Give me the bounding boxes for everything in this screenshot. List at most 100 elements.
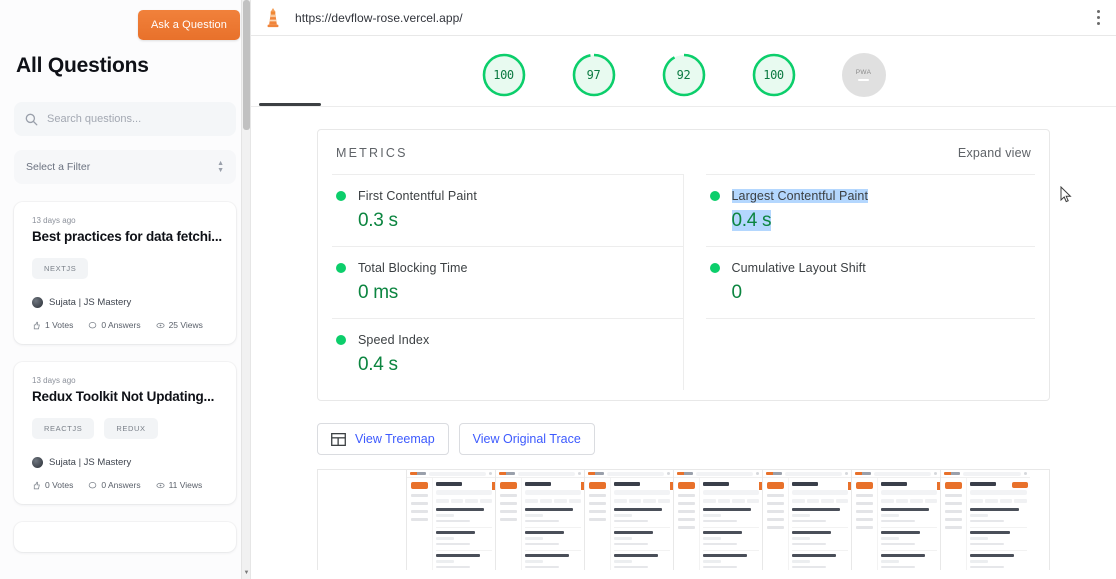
- metrics-column-right: Largest Contentful Paint 0.4 s Cumulativ…: [684, 174, 1036, 400]
- thumbs-up-icon: [33, 321, 40, 329]
- metric-label: Largest Contentful Paint: [731, 189, 869, 203]
- score-gauge: 97: [569, 50, 619, 100]
- tag-chip[interactable]: REDUX: [104, 418, 158, 439]
- thumbs-up-icon: [33, 481, 40, 489]
- page-under-test: Ask a Question All Questions Select a Fi…: [0, 0, 250, 579]
- metric-label: Cumulative Layout Shift: [731, 261, 866, 275]
- metric-item[interactable]: Largest Contentful Paint 0.4 s: [705, 174, 1036, 246]
- search-questions-box[interactable]: [14, 102, 236, 136]
- chevron-updown-icon: ▲ ▼: [217, 160, 224, 174]
- question-author[interactable]: Sujata | JS Mastery: [32, 457, 222, 468]
- filmstrip-frame: [496, 470, 585, 570]
- category-gauges: 100 97 92 100 PWA: [251, 36, 1116, 106]
- question-card-partial[interactable]: [14, 522, 236, 552]
- question-card[interactable]: 13 days ago Redux Toolkit Not Updating..…: [14, 362, 236, 504]
- eye-icon: [156, 322, 165, 328]
- screenshot-filmstrip: [317, 469, 1050, 570]
- page-scrollbar[interactable]: ▼: [241, 0, 250, 579]
- score-value: 92: [676, 68, 691, 82]
- metric-item[interactable]: Speed Index 0.4 s: [332, 318, 684, 390]
- ask-question-row: Ask a Question: [0, 0, 250, 40]
- filmstrip-frame: [585, 470, 674, 570]
- question-date: 13 days ago: [32, 216, 76, 225]
- question-tags: REACTJS REDUX: [32, 418, 222, 439]
- page-title: All Questions: [16, 54, 149, 77]
- metrics-heading: METRICS: [336, 146, 408, 160]
- score-gauge: 100: [749, 50, 799, 100]
- views-count: 11 Views: [168, 480, 203, 490]
- filmstrip-frame: [407, 470, 496, 570]
- metrics-grid: First Contentful Paint 0.3 s Total Block…: [332, 174, 1035, 400]
- question-author[interactable]: Sujata | JS Mastery: [32, 297, 222, 308]
- scrollbar-thumb[interactable]: [243, 0, 250, 130]
- gauges-divider: [251, 106, 1116, 107]
- search-input[interactable]: [47, 113, 225, 125]
- views-stat: 25 Views: [156, 320, 203, 330]
- pwa-label: PWA: [855, 68, 872, 76]
- answers-count: 0 Answers: [101, 320, 141, 330]
- views-count: 25 Views: [168, 320, 203, 330]
- lighthouse-header: https://devflow-rose.vercel.app/: [251, 0, 1116, 36]
- metrics-header: METRICS Expand view: [332, 146, 1035, 160]
- view-original-trace-button[interactable]: View Original Trace: [458, 423, 595, 455]
- metric-value: 0: [731, 282, 743, 303]
- category-gauge-1[interactable]: 100: [473, 50, 535, 100]
- category-gauge-4[interactable]: 100: [743, 50, 805, 100]
- browser-window: Ask a Question All Questions Select a Fi…: [0, 0, 1116, 579]
- message-icon: [89, 481, 97, 488]
- votes-count: 0 Votes: [45, 480, 74, 490]
- metric-item[interactable]: First Contentful Paint 0.3 s: [332, 174, 684, 246]
- category-gauge-5[interactable]: PWA: [833, 50, 895, 100]
- search-icon: [25, 113, 38, 125]
- author-name: Sujata | JS Mastery: [49, 457, 132, 468]
- filmstrip-frame: [674, 470, 763, 570]
- filter-select[interactable]: Select a Filter ▲ ▼: [14, 150, 236, 184]
- score-gauge: 92: [659, 50, 709, 100]
- active-tab-underline: [259, 103, 321, 106]
- metric-value: 0.3 s: [358, 210, 398, 231]
- metrics-empty-cell: [705, 318, 1035, 400]
- metrics-column-left: First Contentful Paint 0.3 s Total Block…: [332, 174, 684, 400]
- question-title[interactable]: Redux Toolkit Not Updating...: [32, 389, 222, 404]
- question-stats: 1 Votes 0 Answers 25 Views: [32, 320, 222, 330]
- kebab-menu-icon[interactable]: [1089, 4, 1108, 31]
- metric-value-text: 0.4 s: [731, 210, 772, 231]
- avatar: [32, 297, 43, 308]
- metric-item[interactable]: Cumulative Layout Shift 0: [705, 246, 1035, 318]
- report-actions: View Treemap View Original Trace: [317, 423, 1050, 455]
- treemap-icon: [331, 432, 346, 446]
- category-gauge-2[interactable]: 97: [563, 50, 625, 100]
- status-dot-good: [336, 335, 346, 345]
- status-dot-good: [709, 263, 720, 273]
- tag-chip[interactable]: REACTJS: [32, 418, 95, 439]
- category-gauge-3[interactable]: 92: [653, 50, 715, 100]
- status-dot-good: [336, 263, 346, 273]
- metric-value: 0.4 s: [358, 354, 398, 375]
- score-gauge: 100: [479, 50, 529, 100]
- question-tags: NEXTJS: [32, 258, 222, 279]
- metric-value: 0.4 s: [731, 210, 1036, 232]
- votes-stat: 1 Votes: [32, 320, 73, 330]
- question-stats: 0 Votes 0 Answers 11 Views: [32, 480, 222, 490]
- question-title[interactable]: Best practices for data fetchi...: [32, 229, 222, 244]
- filmstrip-frame: [763, 470, 852, 570]
- answers-stat: 0 Answers: [88, 480, 141, 490]
- metric-item[interactable]: Total Blocking Time 0 ms: [332, 246, 684, 318]
- answers-count: 0 Answers: [101, 480, 141, 490]
- question-card[interactable]: 13 days ago Best practices for data fetc…: [14, 202, 236, 344]
- metric-label: First Contentful Paint: [358, 189, 477, 203]
- tag-chip[interactable]: NEXTJS: [32, 258, 89, 279]
- lighthouse-icon: [267, 7, 279, 27]
- view-treemap-button[interactable]: View Treemap: [317, 423, 449, 455]
- score-value: 100: [493, 68, 514, 82]
- ask-a-question-button[interactable]: Ask a Question: [138, 10, 240, 40]
- expand-view-link[interactable]: Expand view: [958, 146, 1031, 160]
- views-stat: 11 Views: [156, 480, 203, 490]
- scroll-down-arrow-icon[interactable]: ▼: [243, 570, 250, 576]
- message-icon: [89, 321, 97, 328]
- status-dot-good: [709, 191, 720, 201]
- score-value: 97: [586, 68, 601, 82]
- metrics-card: METRICS Expand view First Contentful Pai…: [317, 129, 1050, 401]
- status-dot-good: [336, 191, 346, 201]
- view-original-trace-label: View Original Trace: [472, 432, 581, 446]
